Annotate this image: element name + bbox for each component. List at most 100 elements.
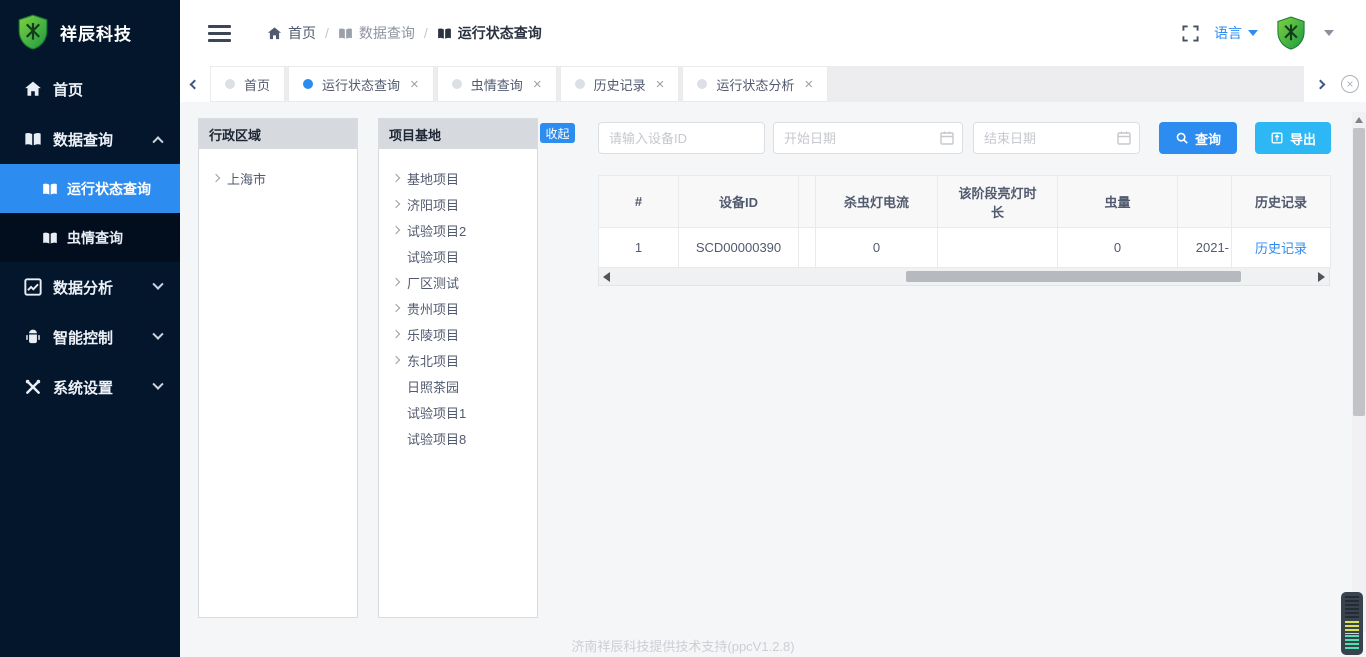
project-tree: 基地项目 济阳项目 试验项目2 试验项目 厂区测试 贵州项目 乐陵项目 东北项目… (379, 149, 537, 451)
circle-close-icon[interactable]: × (1341, 75, 1359, 93)
sidebar-menu: 首页 数据查询 运行状态查询 虫情查询 数据分析 (0, 64, 180, 412)
fullscreen-button[interactable] (1182, 25, 1199, 42)
tree-expand-caret-icon[interactable] (212, 174, 220, 182)
tree-expand-caret-icon[interactable] (392, 226, 400, 234)
search-button[interactable]: 查询 (1159, 122, 1237, 154)
tree-item-label: 济阳项目 (407, 195, 459, 214)
tab-3[interactable]: 历史记录 × (560, 66, 680, 102)
tab-2[interactable]: 虫情查询 × (437, 66, 557, 102)
breadcrumb-item-data-query[interactable]: 数据查询 (338, 23, 415, 43)
tab-close-icon[interactable]: × (533, 76, 542, 93)
tree-item[interactable]: 试验项目2 (393, 217, 537, 243)
language-dropdown[interactable]: 语言 (1214, 23, 1258, 43)
tree-expand-caret-icon[interactable] (392, 356, 400, 364)
tree-item[interactable]: 基地项目 (393, 165, 537, 191)
collapse-panels-button[interactable]: 收起 (540, 123, 575, 143)
tree-item[interactable]: 东北项目 (393, 347, 537, 373)
tab-list: 首页 × 运行状态查询 × 虫情查询 × 历史记录 × 运行状态分析 × (210, 66, 1304, 102)
tree-item[interactable]: 乐陵项目 (393, 321, 537, 347)
sidebar-item-pest-query[interactable]: 虫情查询 (0, 213, 180, 262)
table-cell-7: 历史记录 (1232, 228, 1331, 268)
avatar-shield-icon (1275, 16, 1307, 50)
scroll-up-arrow-icon[interactable] (1355, 117, 1363, 123)
sidebar-item-label: 运行状态查询 (67, 179, 180, 199)
caret-down-icon (1248, 30, 1258, 36)
tree-item[interactable]: 上海市 (213, 165, 357, 191)
meter-widget (1341, 592, 1363, 655)
tabs-scroll-left-button[interactable] (180, 66, 208, 102)
topbar: 首页 / 数据查询 / 运行状态查询 语言 (180, 0, 1366, 66)
tree-item[interactable]: 济阳项目 (393, 191, 537, 217)
tree-expand-caret-icon[interactable] (392, 278, 400, 286)
sidebar-item-system-settings[interactable]: 系统设置 (0, 362, 180, 412)
export-icon (1270, 131, 1284, 145)
region-panel-title: 行政区域 (199, 119, 357, 149)
results-table: #设备ID杀虫灯电流该阶段亮灯时长虫量历史记录 1SCD000003900020… (598, 175, 1331, 268)
vertical-scrollbar-thumb[interactable] (1353, 128, 1365, 416)
vertical-scrollbar[interactable] (1352, 112, 1366, 632)
end-date-input[interactable] (973, 122, 1140, 154)
tree-expand-caret-icon[interactable] (392, 200, 400, 208)
tree-expand-caret-icon[interactable] (392, 330, 400, 338)
user-menu-caret-icon[interactable] (1324, 30, 1334, 36)
sidebar-item-run-status-query[interactable]: 运行状态查询 (0, 164, 180, 213)
tab-close-icon[interactable]: × (656, 76, 665, 93)
tools-icon (24, 378, 42, 396)
column-header-6 (1178, 176, 1232, 228)
sidebar-item-data-analysis[interactable]: 数据分析 (0, 262, 180, 312)
tab-status-dot-icon (303, 79, 313, 89)
calendar-icon (939, 130, 955, 146)
sidebar: 祥辰科技 首页 数据查询 运行状态查询 虫情查询 (0, 0, 180, 657)
tree-expand-caret-icon[interactable] (392, 174, 400, 182)
region-panel: 行政区域 上海市 (198, 118, 358, 618)
tree-item[interactable]: 贵州项目 (393, 295, 537, 321)
chart-icon (24, 278, 42, 296)
device-id-input[interactable] (598, 122, 765, 154)
tab-close-icon[interactable]: × (410, 76, 419, 93)
sidebar-toggle-button[interactable] (208, 21, 231, 46)
history-record-link[interactable]: 历史记录 (1255, 241, 1307, 256)
main-content: 行政区域 上海市 项目基地 基地项目 济阳项目 试验项目2 试验项目 厂区测试 … (180, 102, 1366, 657)
column-header-0: # (599, 176, 679, 228)
tree-item-label: 乐陵项目 (407, 325, 459, 344)
tab-0[interactable]: 首页 × (210, 66, 285, 102)
tree-expand-caret-icon[interactable] (392, 304, 400, 312)
tree-item[interactable]: 日照茶园 (393, 373, 537, 399)
scroll-right-arrow-icon[interactable] (1318, 272, 1325, 282)
horizontal-scrollbar[interactable] (598, 268, 1330, 286)
table-cell-6: 2021- (1178, 228, 1232, 268)
tab-4[interactable]: 运行状态分析 × (682, 66, 828, 102)
tab-1[interactable]: 运行状态查询 × (288, 66, 434, 102)
results-table-wrap: #设备ID杀虫灯电流该阶段亮灯时长虫量历史记录 1SCD000003900020… (598, 175, 1330, 286)
table-header-row: #设备ID杀虫灯电流该阶段亮灯时长虫量历史记录 (599, 176, 1331, 228)
breadcrumb-item-home[interactable]: 首页 (267, 23, 316, 43)
tree-item[interactable]: 厂区测试 (393, 269, 537, 295)
sidebar-submenu: 运行状态查询 虫情查询 (0, 164, 180, 262)
scroll-left-arrow-icon[interactable] (603, 272, 610, 282)
user-avatar[interactable] (1273, 15, 1309, 51)
sidebar-item-smart-control[interactable]: 智能控制 (0, 312, 180, 362)
breadcrumb-separator: / (424, 25, 428, 41)
tab-close-icon[interactable]: × (804, 76, 813, 93)
sidebar-item-data-query[interactable]: 数据查询 (0, 114, 180, 164)
tree-item[interactable]: 试验项目8 (393, 425, 537, 451)
fullscreen-icon (1182, 25, 1199, 42)
search-button-label: 查询 (1195, 129, 1221, 148)
tree-item[interactable]: 试验项目 (393, 243, 537, 269)
start-date-input[interactable] (773, 122, 963, 154)
meter-dark-bars (1345, 596, 1359, 620)
horizontal-scrollbar-thumb[interactable] (906, 271, 1241, 282)
meter-green-bars (1345, 635, 1359, 651)
home-icon (267, 26, 282, 41)
tree-item-label: 基地项目 (407, 169, 459, 188)
tabs-scroll-right-button[interactable] (1306, 66, 1334, 102)
sidebar-item-label: 智能控制 (53, 327, 154, 348)
tree-item-label: 试验项目1 (407, 403, 466, 422)
brand-title: 祥辰科技 (60, 20, 132, 45)
tab-label: 历史记录 (594, 75, 646, 94)
tree-item[interactable]: 试验项目1 (393, 399, 537, 425)
sidebar-item-home[interactable]: 首页 (0, 64, 180, 114)
table-cell-4 (938, 228, 1058, 268)
close-all-tabs-button[interactable]: × (1334, 66, 1366, 102)
export-button[interactable]: 导出 (1255, 122, 1331, 154)
